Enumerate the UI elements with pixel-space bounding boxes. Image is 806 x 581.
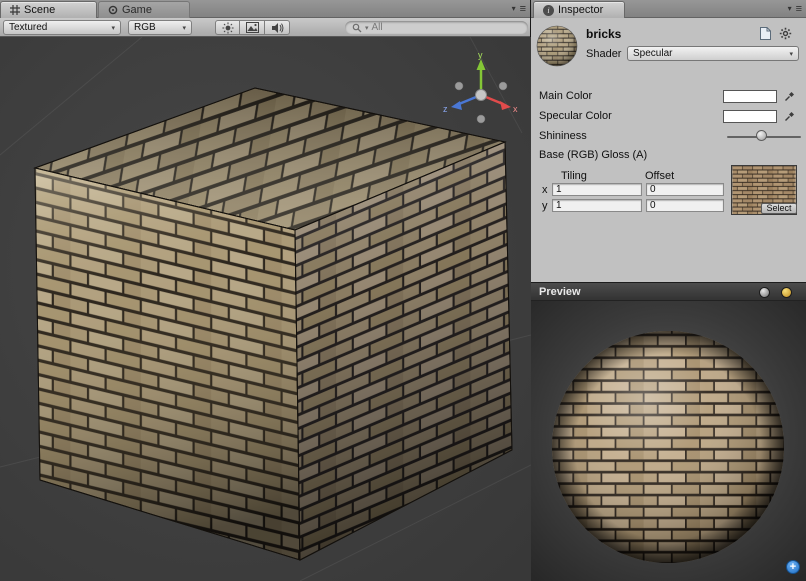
shader-value: Specular [633,48,672,59]
panel-dropdown-icon[interactable]: ▾ [788,2,792,16]
gizmo-center[interactable] [476,90,487,101]
scene-pane: Scene Game ▾ ≡ Textured ▾ RGB ▾ [0,0,531,581]
preview-title: Preview [531,286,581,298]
neg-x-axis-handle[interactable] [455,82,463,90]
shader-label: Shader [586,48,621,60]
audio-toggle[interactable] [265,20,290,35]
preview-model-button[interactable] [759,287,770,298]
scene-grid-icon [10,5,20,15]
scene-canvas[interactable]: y x z [0,37,531,581]
search-value: All [372,22,383,33]
tab-scene[interactable]: Scene [0,1,97,18]
chevron-down-icon: ▾ [107,24,115,32]
shininess-slider-thumb[interactable] [756,130,767,141]
gizmo-x-label: x [513,104,518,114]
tiling-header: Tiling [561,170,587,182]
preview-add-button[interactable]: + [786,560,800,574]
neg-y-axis-handle[interactable] [477,115,485,123]
eyedropper-icon [784,91,795,102]
info-icon: i [543,5,554,16]
sun-icon [222,22,234,34]
search-input[interactable]: ▾ All [345,21,528,34]
inspector-body: bricks Shader Specular ▾ Main Color [531,18,806,581]
speaker-icon [271,22,284,34]
tab-game-label: Game [122,4,152,16]
settings-button[interactable] [778,26,792,40]
draw-mode-dropdown[interactable]: Textured ▾ [3,20,121,35]
preview-header[interactable]: Preview [531,282,806,301]
gizmo-y-label: y [478,51,483,60]
specular-color-label: Specular Color [539,110,612,122]
search-filter-chevron-icon[interactable]: ▾ [365,24,369,32]
tiling-x-input[interactable]: 1 [552,183,642,196]
offset-y-input[interactable]: 0 [646,199,724,212]
shader-dropdown[interactable]: Specular ▾ [627,46,799,61]
scene-tabstrip: Scene Game ▾ ≡ [0,0,530,18]
game-icon [108,5,118,15]
gear-icon [779,27,792,40]
material-preview-ball [536,25,578,67]
specular-color-eyedropper[interactable] [783,110,796,123]
search-icon [352,23,362,33]
main-color-label: Main Color [539,90,592,102]
tab-inspector-label: Inspector [558,4,603,16]
y-axis-cone[interactable] [477,59,486,70]
tab-scene-label: Scene [24,4,55,16]
offset-x-input[interactable]: 0 [646,183,724,196]
scene-gizmo[interactable]: y x z [439,51,523,131]
main-color-eyedropper[interactable] [783,90,796,103]
render-mode-dropdown[interactable]: RGB ▾ [128,20,192,35]
panel-menu-icon[interactable]: ≡ [796,2,802,16]
doc-icon [760,27,771,40]
render-mode-value: RGB [134,22,156,33]
neg-z-axis-handle[interactable] [499,82,507,90]
scene-toggle-group [215,20,290,35]
x-axis-cone[interactable] [500,101,511,110]
skybox-toggle[interactable] [240,20,265,35]
tiling-x-label: x [542,184,548,196]
specular-color-swatch[interactable] [723,110,777,123]
tiling-y-input[interactable]: 1 [552,199,642,212]
scene-strip-menu: ▾ ≡ [512,2,526,16]
chevron-down-icon: ▾ [789,50,793,58]
scene-toolbar: Textured ▾ RGB ▾ [0,18,530,37]
material-name: bricks [586,27,621,41]
main-color-swatch[interactable] [723,90,777,103]
panel-dropdown-icon[interactable]: ▾ [512,2,516,16]
help-doc-button[interactable] [758,26,772,40]
gizmo-z-label: z [443,104,448,114]
inspector-strip-menu: ▾ ≡ [788,2,802,16]
draw-mode-value: Textured [9,22,47,33]
preview-canvas[interactable]: + [531,301,806,581]
chevron-down-icon: ▾ [178,24,186,32]
tab-inspector[interactable]: i Inspector [533,1,625,18]
preview-sphere [531,301,806,581]
texture-select-button[interactable]: Select [761,203,797,214]
inspector-tabstrip: i Inspector ▾ ≡ [531,0,806,18]
lighting-toggle[interactable] [215,20,240,35]
panel-menu-icon[interactable]: ≡ [520,2,526,16]
texture-slot-label: Base (RGB) Gloss (A) [539,149,647,161]
shininess-label: Shininess [539,130,587,142]
eyedropper-icon [784,111,795,122]
offset-header: Offset [645,170,674,182]
tiling-y-label: y [542,200,548,212]
image-icon [246,22,259,33]
preview-light-button[interactable] [781,287,792,298]
inspector-pane: i Inspector ▾ ≡ [531,0,806,581]
tab-game[interactable]: Game [98,1,190,18]
